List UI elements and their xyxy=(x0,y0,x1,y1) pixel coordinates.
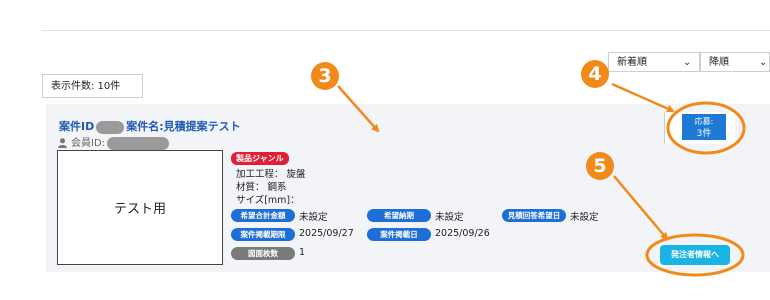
arrow-3 xyxy=(337,85,380,133)
callout-4: 4 xyxy=(581,60,609,88)
highlight-ring-orderer xyxy=(645,233,745,277)
callout-3: 3 xyxy=(311,62,339,90)
callout-5: 5 xyxy=(586,152,614,180)
highlight-ring-apply xyxy=(666,101,746,155)
arrow-5 xyxy=(613,175,669,241)
annotation-overlay xyxy=(337,82,746,277)
arrow-4 xyxy=(611,82,675,113)
